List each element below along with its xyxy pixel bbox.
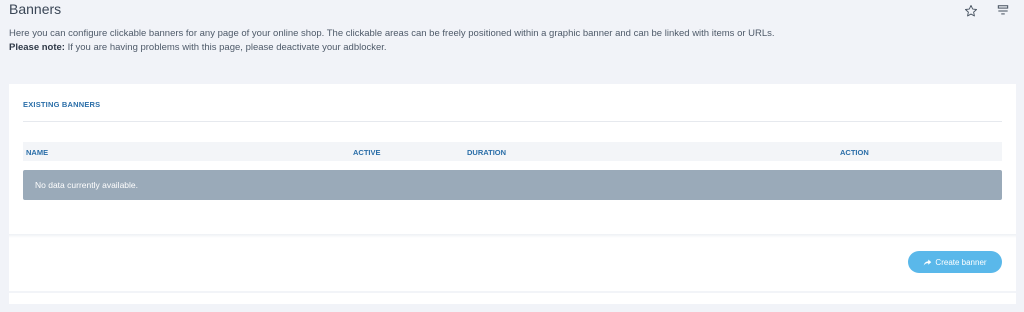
footer-separator: [9, 234, 1016, 238]
column-action: ACTION: [840, 148, 869, 157]
footer-bottom-line: [9, 291, 1016, 293]
column-duration[interactable]: DURATION: [467, 148, 506, 157]
description-text: Here you can configure clickable banners…: [9, 28, 775, 39]
column-name[interactable]: NAME: [26, 148, 48, 157]
column-active[interactable]: ACTIVE: [353, 148, 381, 157]
star-icon[interactable]: [964, 4, 978, 18]
empty-state-text: No data currently available.: [35, 180, 139, 190]
page-description: Here you can configure clickable banners…: [9, 27, 775, 55]
share-arrow-icon: [924, 259, 932, 265]
note-text: If you are having problems with this pag…: [64, 42, 387, 53]
empty-state-row: No data currently available.: [23, 170, 1002, 200]
create-banner-button[interactable]: Create banner: [908, 251, 1002, 273]
create-banner-label: Create banner: [935, 257, 987, 267]
menu-icon[interactable]: [996, 4, 1010, 18]
table-header: NAME ACTIVE DURATION ACTION: [23, 142, 1002, 161]
header-toolbar: [964, 4, 1010, 18]
note-line: Please note: If you are having problems …: [9, 41, 775, 55]
section-title: EXISTING BANNERS: [23, 100, 101, 109]
section-divider: [23, 121, 1002, 122]
banners-panel: EXISTING BANNERS NAME ACTIVE DURATION AC…: [9, 84, 1016, 304]
note-label: Please note:: [9, 42, 65, 53]
page-title: Banners: [9, 1, 62, 17]
